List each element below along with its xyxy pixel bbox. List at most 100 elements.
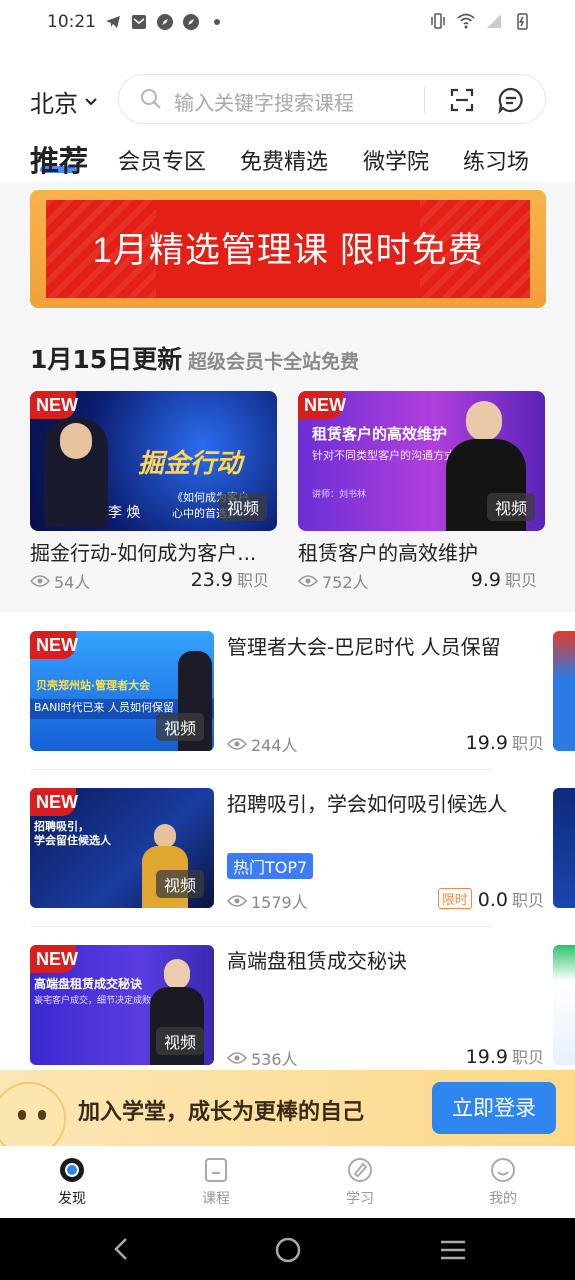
tab-micro-academy[interactable]: 微学院 — [363, 144, 429, 176]
course-price: 9.9 职贝 — [471, 567, 537, 591]
chevron-down-icon — [85, 97, 97, 105]
nav-study[interactable]: 学习 — [320, 1156, 400, 1208]
presenter-figure — [44, 417, 108, 527]
eye-icon — [227, 895, 247, 907]
price-value: 19.9 — [465, 1046, 508, 1068]
tab-free-picks[interactable]: 免费精选 — [240, 144, 328, 176]
price-unit: 职贝 — [504, 571, 537, 590]
vibrate-icon — [431, 13, 445, 29]
nav-label: 我的 — [489, 1191, 517, 1207]
course-title: 招聘吸引，学会如何吸引候选人 — [227, 792, 507, 816]
nav-discover[interactable]: 发现 — [32, 1156, 112, 1208]
tab-practice[interactable]: 练习场 — [463, 144, 529, 176]
thumbnail-headline: 租赁客户的高效维护 — [312, 425, 448, 443]
promo-banner[interactable]: 1月精选管理课 限时免费 — [30, 190, 546, 308]
list-item[interactable]: 高端盘租赁成交秘诀 豪宅客户成交，细节决定成败 NEW 视频 高端盘租赁成交秘诀… — [30, 945, 544, 1069]
view-count-text: 244人 — [251, 736, 298, 755]
course-thumbnail: 高端盘租赁成交秘诀 豪宅客户成交，细节决定成败 NEW 视频 — [30, 945, 214, 1065]
nav-label: 课程 — [202, 1191, 230, 1207]
video-tag: 视频 — [155, 870, 204, 898]
view-count-text: 54人 — [54, 573, 91, 592]
compass-icon-2 — [183, 14, 199, 30]
list-item[interactable]: 贝壳郑州站·管理者大会 BANI时代已来 人员如何保留 NEW 视频 管理者大会… — [30, 631, 544, 755]
thumbnail-subtitle: 豪宅客户成交，细节决定成败 — [34, 996, 152, 1006]
course-card[interactable]: 掘金行动 李 焕 《如何成为客户 心中的首选》 NEW 视频 掘金行动-如何成为… — [30, 391, 277, 592]
view-count: 244人 — [227, 732, 298, 756]
course-price: 19.9 职贝 — [466, 730, 544, 754]
list-item[interactable]: 招聘吸引， 学会留住候选人 NEW 视频 招聘吸引，学会如何吸引候选人 热门TO… — [30, 788, 544, 912]
tab-member-zone[interactable]: 会员专区 — [118, 144, 206, 176]
limited-time-badge: 限时 — [437, 888, 472, 909]
thumbnail-speaker: 讲师：刘书林 — [312, 490, 367, 500]
scan-icon[interactable] — [449, 87, 475, 113]
section-title: 1月15日更新 — [30, 345, 183, 374]
system-icons — [429, 12, 531, 30]
price-value: 9.9 — [470, 569, 501, 591]
video-tag: 视频 — [218, 493, 267, 521]
course-title: 高端盘租赁成交秘诀 — [227, 949, 407, 973]
recents-icon[interactable] — [438, 1238, 468, 1262]
view-count: 1579人 — [227, 889, 308, 913]
view-count-text: 536人 — [251, 1050, 298, 1069]
price-unit: 职贝 — [511, 734, 544, 753]
nav-label: 学习 — [346, 1191, 374, 1207]
course-card[interactable]: 租赁客户的高效维护 针对不同类型客户的沟通方式 讲师：刘书林 NEW 视频 租赁… — [298, 391, 545, 592]
new-badge: NEW — [30, 391, 78, 419]
city-label: 北京 — [30, 90, 78, 118]
category-tabs: 推荐 会员专区 免费精选 微学院 练习场 — [0, 138, 575, 182]
city-selector[interactable]: 北京 — [30, 84, 98, 119]
course-thumbnail: 贝壳郑州站·管理者大会 BANI时代已来 人员如何保留 NEW 视频 — [30, 631, 214, 751]
tab-recommend[interactable]: 推荐 — [30, 138, 88, 180]
status-bar: 10:21 — [0, 0, 575, 48]
price-value: 19.9 — [465, 732, 508, 754]
home-icon[interactable] — [274, 1236, 302, 1264]
search-divider — [424, 87, 425, 113]
course-thumbnail: 招聘吸引， 学会留住候选人 NEW 视频 — [30, 788, 214, 908]
compass-icon — [157, 14, 173, 30]
discover-icon — [60, 1158, 84, 1182]
course-title: 管理者大会-巴尼时代 人员保留 — [227, 635, 501, 659]
thumbnail-name: 李 焕 — [108, 505, 141, 521]
video-tag: 视频 — [155, 713, 204, 741]
profile-icon — [491, 1158, 515, 1182]
nav-course[interactable]: 课程 — [176, 1156, 256, 1208]
section-subtitle: 超级会员卡全站免费 — [188, 351, 360, 373]
thumbnail-subtitle: 学会留住候选人 — [34, 834, 111, 847]
next-item-peek — [553, 788, 575, 908]
course-thumbnail: 掘金行动 李 焕 《如何成为客户 心中的首选》 NEW 视频 — [30, 391, 277, 531]
message-icon[interactable] — [497, 86, 525, 114]
back-icon[interactable] — [110, 1236, 134, 1262]
search-bar[interactable]: 输入关键字搜索课程 — [118, 74, 546, 124]
nav-profile[interactable]: 我的 — [463, 1156, 543, 1208]
video-tag: 视频 — [155, 1027, 204, 1055]
new-badge: NEW — [298, 391, 346, 419]
view-count-text: 1579人 — [251, 893, 308, 912]
video-tag: 视频 — [486, 493, 535, 521]
notification-icons — [104, 13, 226, 31]
new-badge: NEW — [30, 631, 78, 659]
banner-text: 1月精选管理课 限时免费 — [92, 231, 484, 270]
eye-icon — [227, 1052, 247, 1064]
eye-icon — [227, 738, 247, 750]
course-price: 23.9 职贝 — [191, 567, 269, 591]
thumbnail-headline: 掘金行动 — [138, 449, 243, 479]
new-badge: NEW — [30, 945, 78, 973]
view-count: 752人 — [298, 569, 369, 593]
course-title: 租赁客户的高效维护 — [298, 541, 478, 565]
course-icon — [205, 1158, 227, 1182]
course-price: 19.9 职贝 — [466, 1044, 544, 1068]
price-unit: 职贝 — [511, 891, 544, 910]
course-title: 掘金行动-如何成为客户... — [30, 541, 257, 565]
new-badge: NEW — [30, 788, 78, 816]
next-item-peek — [553, 631, 575, 751]
login-button[interactable]: 立即登录 — [432, 1082, 556, 1134]
search-icon — [141, 89, 161, 109]
telegram-icon — [106, 16, 120, 28]
mail-icon — [132, 15, 146, 29]
eye-icon — [30, 575, 50, 587]
status-time: 10:21 — [47, 12, 96, 32]
course-thumbnail: 租赁客户的高效维护 针对不同类型客户的沟通方式 讲师：刘书林 NEW 视频 — [298, 391, 545, 531]
price-value: 23.9 — [190, 569, 233, 591]
battery-icon — [517, 13, 528, 30]
price-value: 0.0 — [477, 889, 508, 911]
